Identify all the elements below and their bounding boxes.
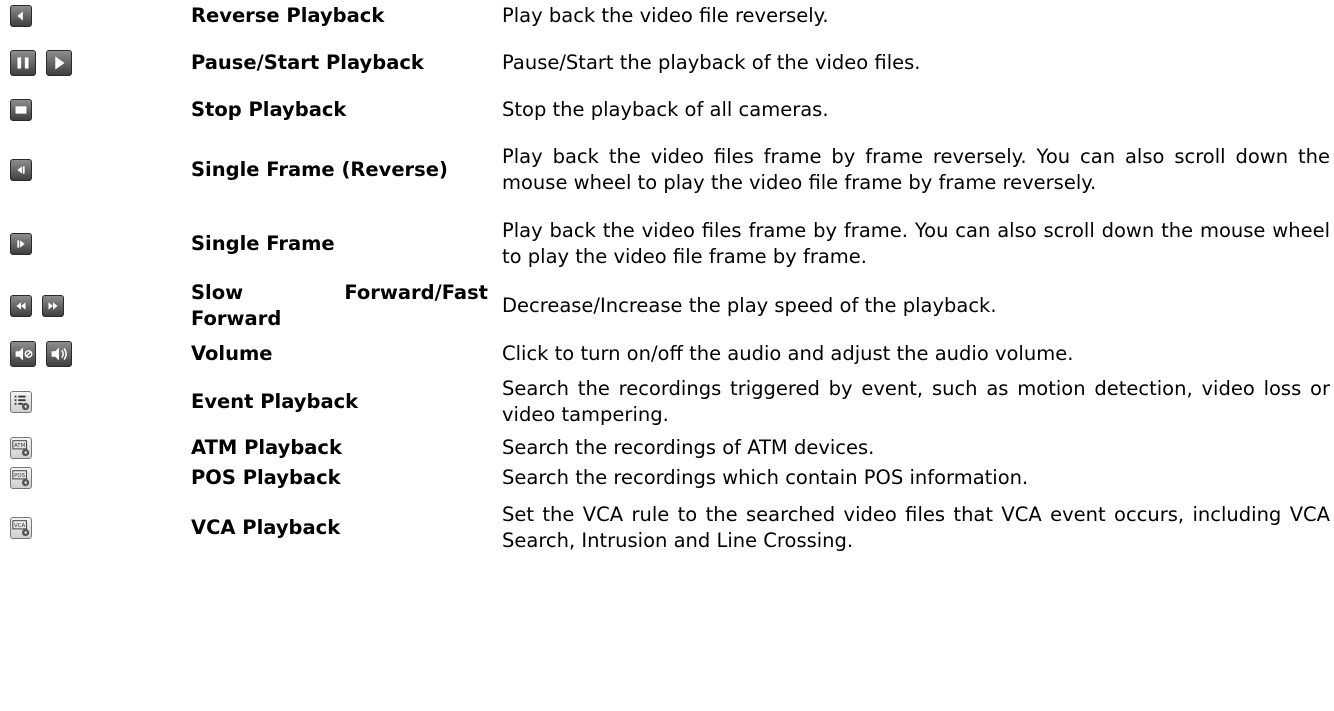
table-row: Stop Playback Stop the playback of all c…: [0, 94, 1334, 126]
icon-cell: POS: [0, 467, 191, 489]
playback-toolbar-table: Reverse Playback Play back the video fil…: [0, 0, 1334, 563]
button-name: Volume: [191, 342, 273, 365]
button-description: Set the VCA rule to the searched video f…: [502, 503, 1330, 552]
table-row: Slow Forward/Fast Forward Decrease/Incre…: [0, 275, 1334, 337]
table-row: Volume Click to turn on/off the audio an…: [0, 337, 1334, 371]
start-icon[interactable]: [46, 50, 72, 76]
button-description: Pause/Start the playback of the video fi…: [502, 51, 921, 74]
icon-cell: ATM: [0, 437, 191, 459]
event-playback-icon[interactable]: [10, 391, 32, 413]
button-name: Single Frame (Reverse): [191, 157, 448, 181]
vca-icon-label: VCA: [14, 523, 26, 529]
button-name: Stop Playback: [191, 98, 347, 121]
icon-cell: [0, 5, 191, 27]
button-description: Play back the video files frame by frame…: [502, 219, 1330, 268]
button-description: Search the recordings of ATM devices.: [502, 436, 875, 459]
atm-playback-icon[interactable]: ATM: [10, 437, 32, 459]
button-name: POS Playback: [191, 466, 341, 489]
vca-playback-icon[interactable]: VCA: [10, 517, 32, 539]
table-row: Single Frame Play back the video files f…: [0, 213, 1334, 275]
icon-cell: [0, 50, 191, 76]
slow-forward-icon[interactable]: [10, 295, 32, 317]
button-description: Play back the video file reversely.: [502, 4, 829, 27]
button-name: Slow Forward/Fast Forward: [191, 281, 488, 330]
pause-icon[interactable]: [10, 50, 36, 76]
atm-icon-label: ATM: [14, 443, 26, 449]
button-description: Decrease/Increase the play speed of the …: [502, 294, 997, 317]
button-name: Pause/Start Playback: [191, 51, 424, 74]
icon-cell: [0, 158, 191, 181]
pos-icon-label: POS: [14, 473, 26, 479]
button-description: Play back the video files frame by frame…: [502, 144, 1330, 194]
button-name: Event Playback: [191, 390, 359, 413]
reverse-playback-icon[interactable]: [10, 5, 32, 27]
icon-cell: [0, 295, 191, 317]
table-row: Event Playback Search the recordings tri…: [0, 371, 1334, 433]
table-row: Single Frame (Reverse) Play back the vid…: [0, 126, 1334, 213]
icon-cell: [0, 391, 191, 413]
button-description: Search the recordings which contain POS …: [502, 466, 1029, 489]
single-frame-reverse-icon[interactable]: [10, 158, 32, 181]
table-row: POS POS Playback Search the recordings w…: [0, 463, 1334, 493]
table-row: Pause/Start Playback Pause/Start the pla…: [0, 32, 1334, 94]
button-description: Stop the playback of all cameras.: [502, 98, 829, 121]
fast-forward-icon[interactable]: [42, 295, 64, 317]
button-name: Reverse Playback: [191, 4, 385, 27]
stop-icon[interactable]: [10, 99, 32, 121]
button-name: VCA Playback: [191, 516, 341, 539]
volume-off-icon[interactable]: [10, 341, 36, 367]
icon-cell: [0, 341, 191, 367]
table-row: Reverse Playback Play back the video fil…: [0, 0, 1334, 32]
icon-cell: VCA: [0, 517, 191, 539]
volume-on-icon[interactable]: [46, 341, 72, 367]
button-name: ATM Playback: [191, 436, 342, 459]
single-frame-icon[interactable]: [10, 233, 32, 255]
button-name: Single Frame: [191, 232, 335, 255]
pos-playback-icon[interactable]: POS: [10, 467, 32, 489]
button-description: Search the recordings triggered by event…: [502, 377, 1330, 426]
table-row: ATM ATM Playback Search the recordings o…: [0, 433, 1334, 463]
table-row: VCA VCA Playback Set the VCA rule to the…: [0, 493, 1334, 563]
icon-cell: [0, 233, 191, 255]
icon-cell: [0, 99, 191, 121]
button-description: Click to turn on/off the audio and adjus…: [502, 342, 1074, 365]
